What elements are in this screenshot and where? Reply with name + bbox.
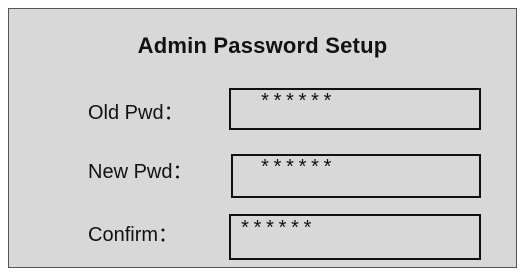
- old-password-label: Old Pwd：: [88, 102, 184, 124]
- dialog-title: Admin Password Setup: [137, 33, 388, 58]
- old-password-value: ******: [259, 92, 335, 115]
- admin-password-dialog: Admin Password Setup Old Pwd： ****** New…: [8, 8, 517, 268]
- confirm-password-value: ******: [239, 219, 315, 242]
- confirm-password-field[interactable]: ******: [229, 214, 481, 260]
- confirm-password-label: Confirm：: [88, 224, 179, 246]
- old-password-field[interactable]: ******: [229, 88, 481, 130]
- new-password-label: New Pwd：: [88, 161, 193, 183]
- new-password-value: ******: [259, 158, 335, 181]
- new-password-field[interactable]: ******: [231, 154, 481, 198]
